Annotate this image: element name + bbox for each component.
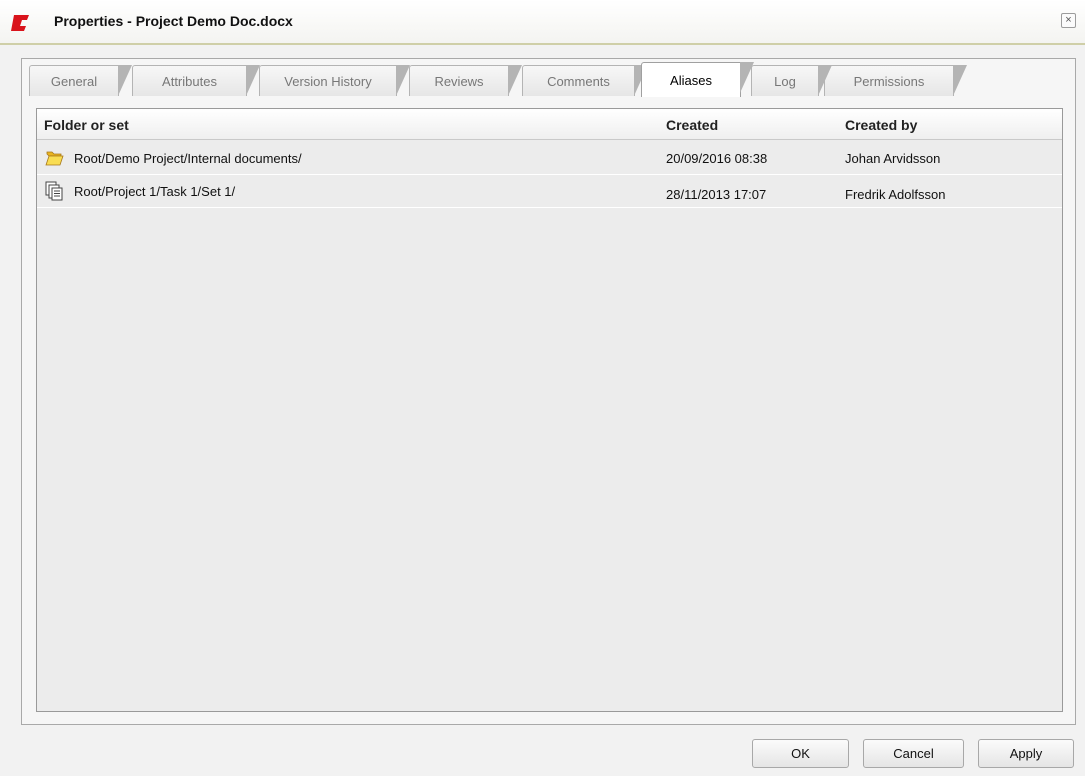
ok-button[interactable]: OK	[752, 739, 849, 768]
tab-label: Attributes	[162, 74, 217, 89]
tab-label: Aliases	[670, 73, 712, 88]
tab-reviews[interactable]: Reviews	[409, 65, 522, 96]
tab-label: Log	[774, 74, 796, 89]
tab-attributes[interactable]: Attributes	[132, 65, 260, 96]
title-bar: Properties - Project Demo Doc.docx ×	[0, 0, 1085, 45]
app-logo-icon	[11, 15, 29, 31]
cancel-button[interactable]: Cancel	[863, 739, 964, 768]
tab-bar: General Attributes Version History Revie…	[29, 62, 989, 97]
tab-label: General	[50, 74, 98, 89]
tab-comments[interactable]: Comments	[522, 65, 648, 96]
aliases-grid: Folder or set Created Created by Root/De…	[36, 108, 1063, 712]
tab-permissions[interactable]: Permissions	[824, 65, 967, 96]
column-header-folder[interactable]: Folder or set	[44, 117, 129, 133]
table-row[interactable]: Root/Demo Project/Internal documents/ 20…	[37, 142, 1062, 175]
close-icon: ×	[1065, 14, 1072, 26]
grid-header: Folder or set Created Created by	[37, 109, 1062, 140]
apply-button[interactable]: Apply	[978, 739, 1074, 768]
folder-icon	[45, 151, 64, 166]
set-icon	[45, 181, 63, 201]
close-button[interactable]: ×	[1061, 13, 1076, 28]
column-header-created[interactable]: Created	[666, 117, 718, 133]
tab-log[interactable]: Log	[751, 65, 832, 96]
tab-label: Comments	[547, 74, 610, 89]
created-date: 20/09/2016 08:38	[666, 151, 768, 166]
folder-path: Root/Project 1/Task 1/Set 1/	[74, 184, 236, 199]
created-by: Johan Arvidsson	[845, 151, 941, 166]
window-title: Properties - Project Demo Doc.docx	[54, 13, 293, 29]
tab-version-history[interactable]: Version History	[259, 65, 410, 96]
table-row[interactable]: Root/Project 1/Task 1/Set 1/ 28/11/2013 …	[37, 175, 1062, 208]
properties-dialog: Properties - Project Demo Doc.docx × Gen…	[0, 0, 1085, 776]
created-by: Fredrik Adolfsson	[845, 187, 946, 202]
tab-aliases[interactable]: Aliases	[641, 62, 754, 97]
column-header-created-by[interactable]: Created by	[845, 117, 917, 133]
tab-general[interactable]: General	[29, 65, 132, 96]
folder-path: Root/Demo Project/Internal documents/	[74, 151, 302, 166]
created-date: 28/11/2013 17:07	[666, 187, 767, 202]
tab-label: Reviews	[434, 74, 484, 89]
tab-label: Version History	[284, 74, 372, 89]
tab-label: Permissions	[853, 74, 925, 89]
